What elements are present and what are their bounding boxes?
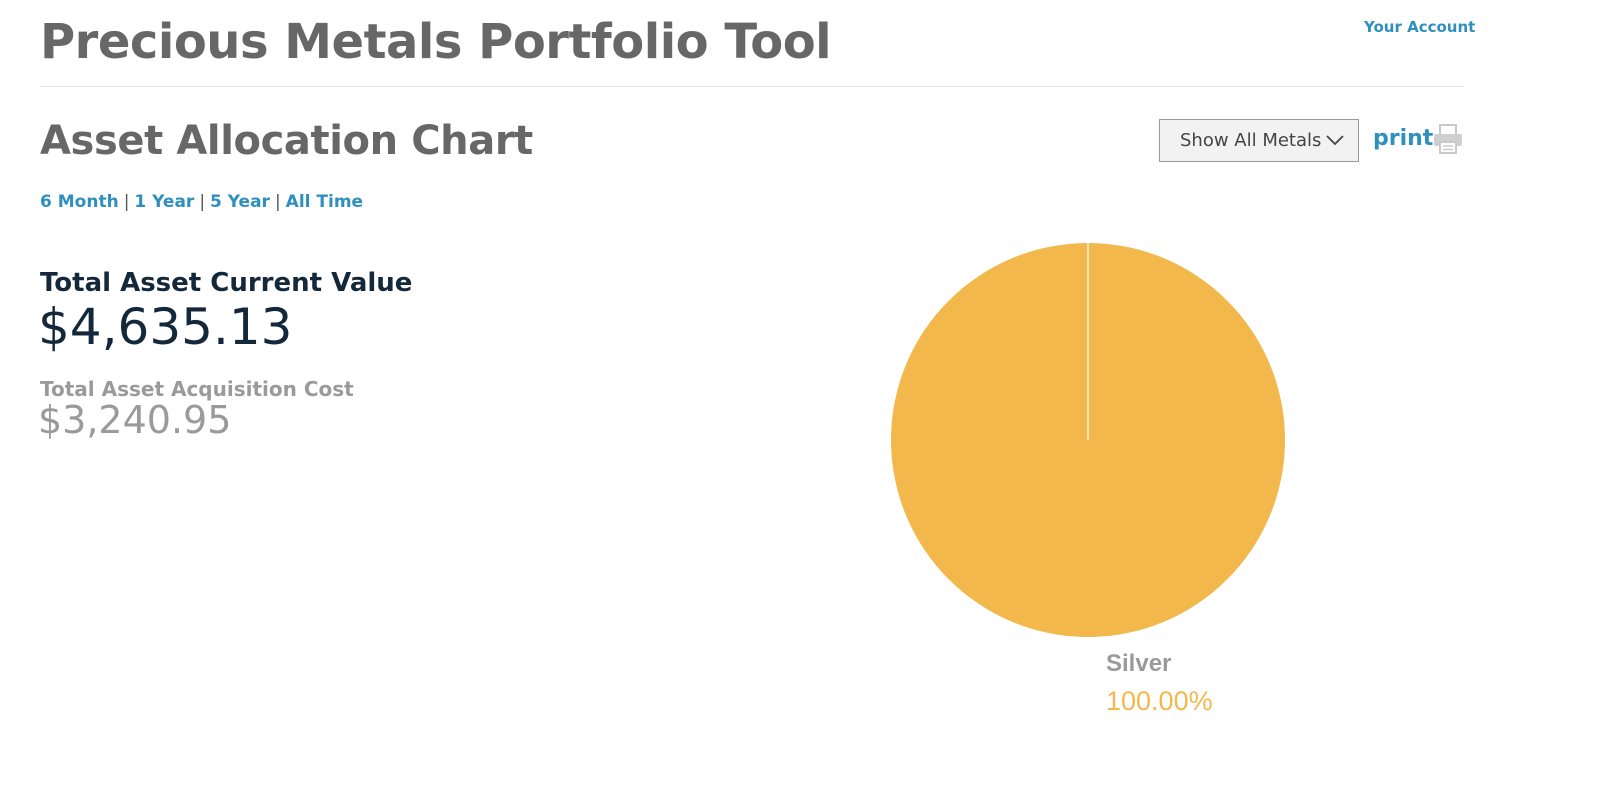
printer-icon[interactable] [1432, 123, 1464, 155]
range-link-1-year[interactable]: 1 Year [134, 192, 194, 212]
section-title: Asset Allocation Chart [40, 118, 533, 164]
range-link-all-time[interactable]: All Time [286, 192, 363, 212]
range-separator: | [199, 192, 206, 212]
pie-percent-silver: 100.00% [1106, 686, 1213, 716]
header-divider [40, 86, 1464, 87]
current-value-label: Total Asset Current Value [40, 268, 413, 298]
range-link-6-month[interactable]: 6 Month [40, 192, 119, 212]
metal-filter-select[interactable]: Show All Metals [1159, 119, 1359, 162]
range-separator: | [123, 192, 130, 212]
current-value: $4,635.13 [38, 298, 293, 356]
print-link[interactable]: print [1373, 126, 1433, 151]
range-link-5-year[interactable]: 5 Year [210, 192, 270, 212]
range-separator: | [274, 192, 281, 212]
allocation-pie-chart [891, 243, 1285, 637]
page-title: Precious Metals Portfolio Tool [40, 14, 832, 70]
metal-filter-value: Show All Metals [1180, 130, 1322, 151]
pie-label-silver: Silver [1106, 650, 1172, 677]
acquisition-cost: $3,240.95 [38, 398, 232, 442]
time-range-links: 6 Month | 1 Year | 5 Year | All Time [40, 192, 363, 212]
chevron-down-icon [1326, 135, 1344, 146]
your-account-link[interactable]: Your Account [1364, 18, 1475, 36]
